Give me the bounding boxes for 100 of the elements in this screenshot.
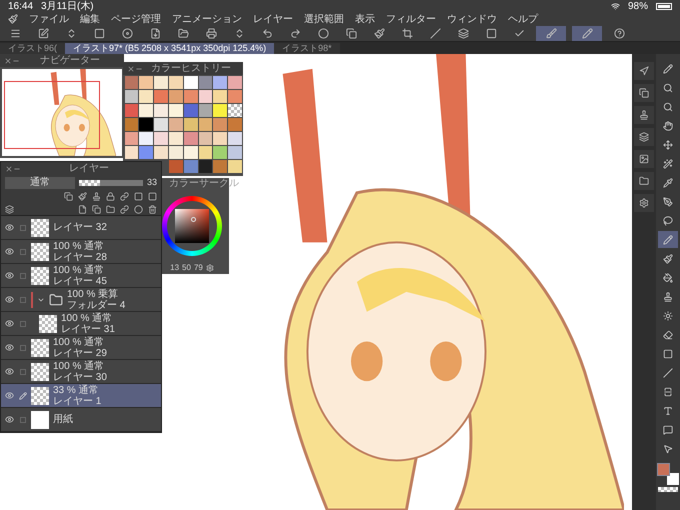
command-button[interactable] [634, 62, 654, 80]
color-swatch[interactable] [124, 132, 138, 145]
color-swatch[interactable] [154, 104, 168, 117]
main-color-swatch[interactable] [657, 463, 670, 476]
layer-row[interactable]: 33 % 通常 レイヤー 1 [1, 384, 161, 408]
color-swatch[interactable] [184, 104, 198, 117]
color-swatch[interactable] [139, 118, 154, 131]
color-swatch[interactable] [213, 146, 228, 159]
command-button[interactable] [634, 194, 654, 212]
color-swatch[interactable] [228, 90, 242, 103]
close-icon[interactable] [4, 56, 12, 64]
color-swatch[interactable] [213, 160, 228, 173]
command-button[interactable] [634, 84, 654, 102]
layer-row[interactable]: 100 % 通常 レイヤー 29 [1, 336, 161, 360]
layer-row[interactable]: 100 % 通常 レイヤー 30 [1, 360, 161, 384]
color-swatch[interactable] [169, 132, 183, 145]
command-button[interactable] [634, 106, 654, 124]
opacity-slider[interactable] [79, 180, 143, 186]
eye-icon[interactable] [4, 391, 14, 400]
eye-icon[interactable] [4, 295, 14, 304]
checkbox[interactable] [20, 296, 26, 302]
layer-tool-icon[interactable] [64, 192, 73, 201]
menu-item[interactable]: ウィンドウ [447, 12, 497, 26]
color-swatch[interactable] [228, 160, 242, 173]
color-swatch[interactable] [198, 118, 212, 131]
checkbox[interactable] [20, 320, 26, 326]
transparent-swatch[interactable] [228, 104, 242, 117]
eye-icon[interactable] [4, 319, 14, 328]
color-swatch[interactable] [169, 90, 183, 103]
color-swatch[interactable] [198, 76, 212, 89]
color-swatch[interactable] [154, 118, 168, 131]
color-swatch[interactable] [213, 76, 228, 89]
toolbar-button[interactable] [536, 26, 566, 41]
color-swatch[interactable] [154, 76, 168, 89]
color-swatch[interactable] [124, 118, 138, 131]
color-swatch[interactable] [154, 90, 168, 103]
settings-icon[interactable] [206, 264, 214, 272]
color-swatch[interactable] [228, 76, 242, 89]
layer-action-icon[interactable] [148, 204, 157, 214]
color-swatch[interactable] [184, 76, 198, 89]
saturation-square[interactable] [175, 209, 209, 243]
sub-color-swatch[interactable] [667, 473, 679, 485]
menu-item[interactable]: 選択範囲 [304, 12, 344, 26]
app-logo-icon[interactable] [8, 14, 18, 24]
document-tab[interactable]: イラスト98* [274, 43, 340, 54]
layer-action-icon[interactable] [78, 204, 87, 214]
layer-row[interactable]: 100 % 通常 レイヤー 31 [1, 312, 161, 336]
blend-mode-select[interactable]: 通常 [5, 176, 75, 188]
layer-tool-icon[interactable] [78, 192, 87, 201]
color-swatch[interactable] [213, 104, 228, 117]
layer-row[interactable]: 100 % 通常 レイヤー 28 [1, 240, 161, 264]
toolbar-button[interactable] [572, 26, 602, 41]
layer-row[interactable]: 100 % 通常 レイヤー 45 [1, 264, 161, 288]
color-swatch[interactable] [228, 118, 242, 131]
color-swatch[interactable] [169, 146, 183, 159]
menu-item[interactable]: ページ管理 [111, 12, 161, 26]
color-swatch[interactable] [213, 90, 228, 103]
menu-item[interactable]: 表示 [355, 12, 375, 26]
layer-action-icon[interactable] [134, 204, 143, 214]
color-swatch[interactable] [169, 160, 183, 173]
transparent-color-swatch[interactable] [658, 487, 678, 492]
checkbox[interactable] [20, 344, 26, 350]
layer-tool-icon[interactable] [92, 192, 101, 201]
color-swatch[interactable] [139, 76, 154, 89]
color-swatch[interactable] [198, 104, 212, 117]
menu-item[interactable]: ヘルプ [508, 12, 538, 26]
tool-button[interactable] [658, 231, 678, 248]
color-swatch[interactable] [184, 146, 198, 159]
picker-handle[interactable] [191, 217, 196, 222]
layer-action-icon[interactable] [92, 204, 101, 214]
color-swatch[interactable] [154, 132, 168, 145]
close-icon[interactable] [127, 64, 135, 72]
color-swatch[interactable] [124, 76, 138, 89]
eye-icon[interactable] [4, 343, 14, 352]
color-swatch[interactable] [184, 132, 198, 145]
eye-icon[interactable] [4, 247, 14, 256]
close-icon[interactable] [5, 164, 13, 172]
color-swatch[interactable] [124, 146, 138, 159]
color-swatch[interactable] [198, 146, 212, 159]
color-swatch[interactable] [198, 132, 212, 145]
menu-item[interactable]: 編集 [80, 12, 100, 26]
checkbox[interactable] [20, 368, 26, 374]
checkbox[interactable] [20, 224, 26, 230]
color-swatch[interactable] [169, 76, 183, 89]
command-button[interactable] [634, 128, 654, 146]
color-swatch[interactable] [228, 132, 242, 145]
color-swatch[interactable] [139, 104, 154, 117]
color-swatch[interactable] [184, 90, 198, 103]
document-tab[interactable]: イラスト96( [0, 43, 66, 54]
color-swatch[interactable] [124, 104, 138, 117]
color-swatch[interactable] [169, 104, 183, 117]
command-button[interactable] [634, 172, 654, 190]
color-swatch[interactable] [184, 118, 198, 131]
viewport-frame[interactable] [4, 81, 100, 149]
eye-icon[interactable] [4, 367, 14, 376]
color-swatch[interactable] [198, 160, 212, 173]
layer-row[interactable]: レイヤー 32 [1, 216, 161, 240]
menu-item[interactable]: アニメーション [172, 12, 242, 26]
document-tab[interactable]: イラスト97* (B5 2508 x 3541px 350dpi 125.4%) [65, 43, 274, 54]
color-swatch[interactable] [139, 146, 154, 159]
